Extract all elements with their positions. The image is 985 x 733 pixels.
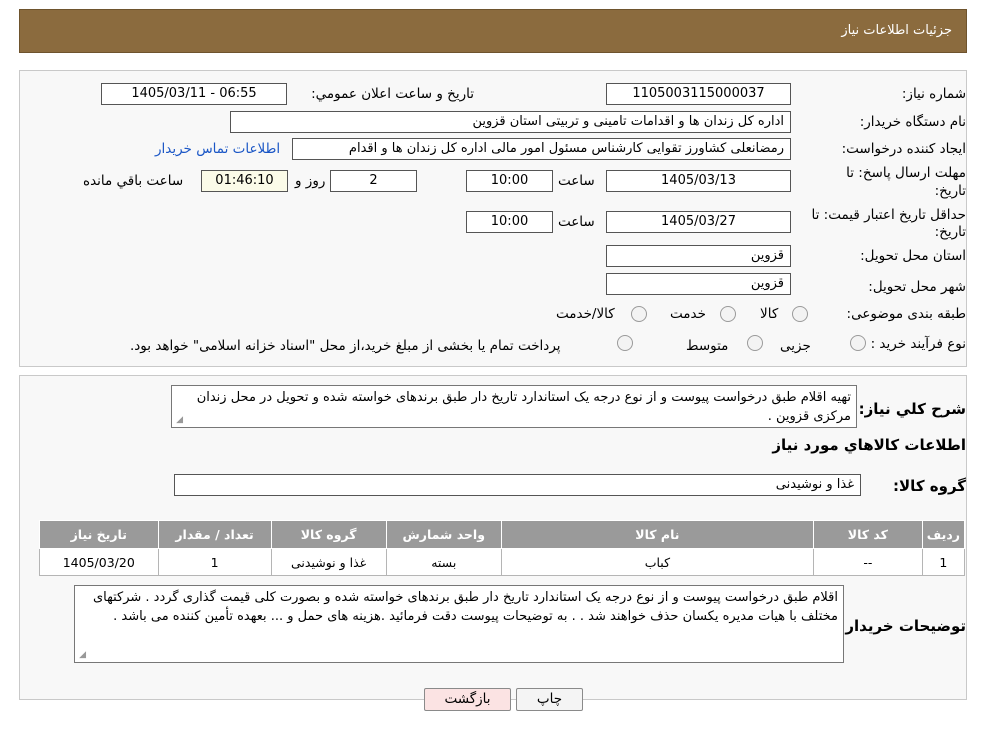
cell-name: کباب <box>500 548 814 576</box>
province-field[interactable]: قزوین <box>606 245 791 267</box>
process-option-medium: متوسط <box>686 338 729 354</box>
process-note: پرداخت تمام یا بخشی از مبلغ خرید،از محل … <box>130 338 561 354</box>
items-table: رديف کد کالا نام کالا واحد شمارش گروه کا… <box>39 520 966 576</box>
creator-field[interactable]: رمضانعلی کشاورز تقوایی کارشناس مسئول امو… <box>292 138 791 160</box>
resize-grip-icon[interactable]: ◢ <box>77 651 86 660</box>
cell-group: غذا و نوشیدنی <box>270 548 387 576</box>
validity-time-field[interactable]: 10:00 <box>466 211 553 233</box>
table-header-row: رديف کد کالا نام کالا واحد شمارش گروه کا… <box>39 520 966 549</box>
description-label: شرح کلي نياز: <box>858 400 966 418</box>
print-button[interactable]: چاپ <box>516 688 583 711</box>
cell-row-number: 1 <box>921 548 966 576</box>
days-field[interactable]: 2 <box>330 170 417 192</box>
process-label: نوع فرآیند خرید : <box>870 336 966 352</box>
deadline-label: مهلت ارسال پاسخ: تا <box>846 165 966 181</box>
remaining-label: ساعت باقي مانده <box>83 173 184 189</box>
buyer-label: نام دستگاه خریدار: <box>859 114 966 130</box>
deadline-time-label: ساعت <box>558 173 595 189</box>
deadline-date-field[interactable]: 1405/03/13 <box>606 170 791 192</box>
col-header-row-number: رديف <box>921 520 966 549</box>
buyer-notes-label: توضیحات خریدار: <box>839 617 966 635</box>
col-header-quantity: تعداد / مقدار <box>157 520 272 549</box>
need-number-field[interactable]: 1105003115000037 <box>606 83 791 105</box>
process-option-minor: جزیی <box>780 338 811 354</box>
category-label: طبقه بندی موضوعی: <box>846 306 966 322</box>
city-field[interactable]: قزوین <box>606 273 791 295</box>
process-radio-minor[interactable] <box>850 335 866 351</box>
category-option-goods-service: کالا/خدمت <box>556 306 615 322</box>
days-label: روز و <box>295 173 326 189</box>
col-header-unit: واحد شمارش <box>385 520 502 549</box>
validity-time-label: ساعت <box>558 214 595 230</box>
process-radio-medium[interactable] <box>747 335 763 351</box>
creator-label: ایجاد کننده درخواست: <box>841 141 966 157</box>
province-label: استان محل تحویل: <box>860 248 966 264</box>
validity-date-field[interactable]: 1405/03/27 <box>606 211 791 233</box>
cell-unit: بسته <box>385 548 502 576</box>
process-checkbox-treasury[interactable] <box>617 335 633 351</box>
cell-quantity: 1 <box>157 548 272 576</box>
city-label: شهر محل تحویل: <box>868 279 966 295</box>
validity-label-date: تاریخ: <box>934 224 966 240</box>
items-table-wrap: رديف کد کالا نام کالا واحد شمارش گروه کا… <box>39 520 966 576</box>
col-header-code: کد کالا <box>812 520 923 549</box>
description-textarea[interactable]: تهیه اقلام طبق درخواست پیوست و از نوع در… <box>171 385 857 428</box>
page-title: جزئیات اطلاعات نیاز <box>841 23 952 38</box>
deadline-time-field[interactable]: 10:00 <box>466 170 553 192</box>
announce-label: تاريخ و ساعت اعلان عمومي: <box>311 86 474 102</box>
category-option-goods: کالا <box>760 306 779 322</box>
back-button[interactable]: بازگشت <box>424 688 511 711</box>
cell-need-date: 1405/03/20 <box>39 548 159 576</box>
col-header-need-date: تاریخ نیاز <box>39 520 159 549</box>
category-radio-service[interactable] <box>720 306 736 322</box>
col-header-name: نام کالا <box>500 520 814 549</box>
col-header-group: گروه کالا <box>270 520 387 549</box>
description-text: تهیه اقلام طبق درخواست پیوست و از نوع در… <box>196 390 851 424</box>
contact-info-link[interactable]: اطلاعات تماس خریدار <box>155 141 280 157</box>
category-option-service: خدمت <box>670 306 706 322</box>
announce-field[interactable]: 1405/03/11 - 06:55 <box>101 83 287 105</box>
page-header: جزئیات اطلاعات نیاز <box>19 9 967 53</box>
buyer-field[interactable]: اداره کل زندان ها و اقدامات تامینی و ترب… <box>230 111 791 133</box>
category-radio-goods-service[interactable] <box>631 306 647 322</box>
deadline-label-date: تاریخ: <box>934 183 966 199</box>
validity-label: حداقل تاریخ اعتبار قیمت: تا <box>811 207 966 223</box>
buyer-notes-textarea[interactable]: اقلام طبق درخواست پیوست و از نوع درجه یک… <box>74 585 844 663</box>
category-radio-goods[interactable] <box>792 306 808 322</box>
remaining-time-field: 01:46:10 <box>201 170 288 192</box>
goods-section-title: اطلاعات کالاهاي مورد نياز <box>772 436 966 454</box>
goods-group-field[interactable]: غذا و نوشیدنی <box>174 474 861 496</box>
buyer-notes-text: اقلام طبق درخواست پیوست و از نوع درجه یک… <box>92 590 838 624</box>
cell-code: -- <box>812 548 923 576</box>
resize-grip-icon[interactable]: ◢ <box>174 416 183 425</box>
table-row: 1 -- کباب بسته غذا و نوشیدنی 1 1405/03/2… <box>39 548 966 576</box>
need-number-label: شماره نیاز: <box>901 86 966 102</box>
goods-group-label: گروه کالا: <box>893 477 966 495</box>
